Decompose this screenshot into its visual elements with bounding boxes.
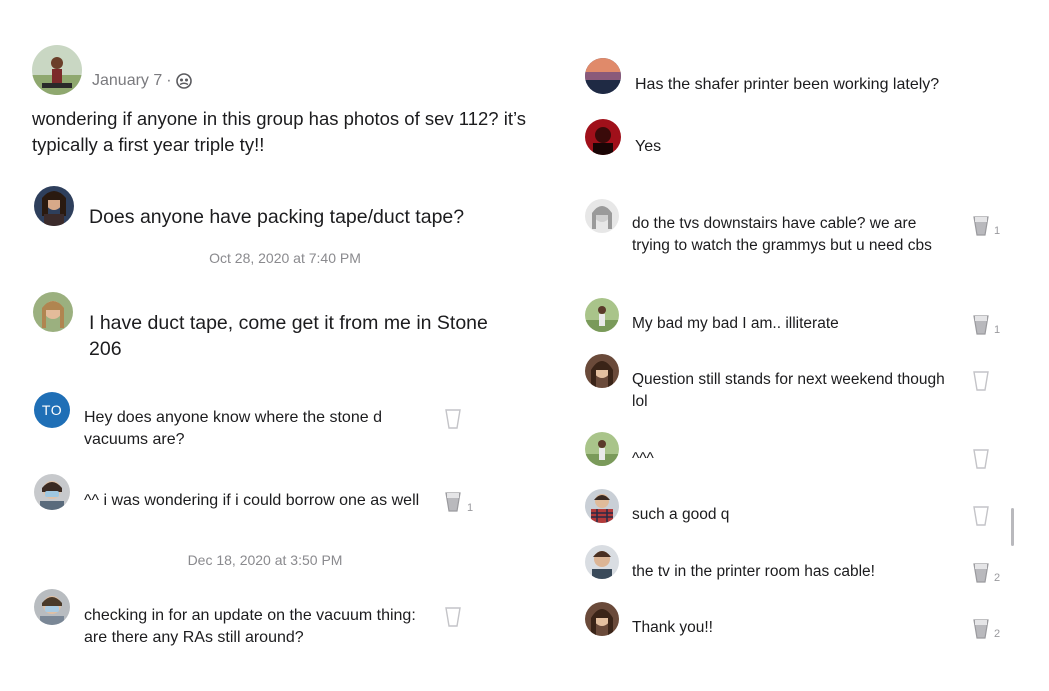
message-text: Has the shafer printer been working late… bbox=[635, 76, 940, 93]
cup-icon[interactable] bbox=[444, 408, 462, 430]
avatar[interactable] bbox=[585, 432, 619, 466]
avatar[interactable] bbox=[585, 602, 619, 636]
message-text: such a good q bbox=[632, 506, 730, 523]
message-text: My bad my bad I am.. illiterate bbox=[632, 315, 839, 332]
separator: · bbox=[166, 72, 172, 89]
scrollbar[interactable] bbox=[1011, 508, 1014, 546]
message-text: do the tvs downstairs have cable? we are… bbox=[632, 215, 932, 254]
avatar[interactable] bbox=[34, 186, 74, 226]
cup-icon[interactable] bbox=[972, 505, 990, 527]
message-text: I have duct tape, come get it from me in… bbox=[89, 312, 488, 360]
post-date[interactable]: January 7 bbox=[92, 72, 162, 90]
avatar[interactable] bbox=[585, 489, 619, 523]
message-text: the tv in the printer room has cable! bbox=[632, 563, 875, 580]
avatar[interactable] bbox=[585, 354, 619, 388]
message-text: ^^^ bbox=[632, 450, 654, 467]
avatar[interactable] bbox=[585, 199, 619, 233]
group-icon bbox=[175, 73, 192, 89]
timestamp: Dec 18, 2020 at 3:50 PM bbox=[187, 552, 343, 568]
reaction-count: 1 bbox=[994, 324, 1001, 336]
message-text: Question still stands for next weekend t… bbox=[632, 371, 945, 410]
post-text: wondering if anyone in this group has ph… bbox=[32, 108, 526, 155]
avatar[interactable] bbox=[585, 119, 621, 155]
cup-icon[interactable] bbox=[972, 314, 990, 336]
avatar[interactable] bbox=[585, 298, 619, 332]
avatar[interactable] bbox=[585, 58, 621, 94]
avatar-initials: TO bbox=[41, 402, 63, 418]
avatar[interactable] bbox=[34, 474, 70, 510]
right-panel: Has the shafer printer been working late… bbox=[520, 0, 1049, 691]
avatar[interactable] bbox=[34, 589, 70, 625]
post-meta: January 7 · bbox=[92, 72, 192, 90]
reaction-count: 1 bbox=[467, 502, 474, 514]
message-text: checking in for an update on the vacuum … bbox=[84, 607, 416, 646]
avatar[interactable] bbox=[585, 545, 619, 579]
avatar[interactable] bbox=[32, 45, 82, 95]
reaction-count: 2 bbox=[994, 572, 1001, 584]
timestamp: Oct 28, 2020 at 7:40 PM bbox=[209, 250, 361, 266]
message-text: ^^ i was wondering if i could borrow one… bbox=[84, 492, 420, 509]
cup-icon[interactable] bbox=[972, 562, 990, 584]
reaction-count: 1 bbox=[994, 225, 1001, 237]
cup-icon[interactable] bbox=[972, 618, 990, 640]
cup-icon[interactable] bbox=[972, 215, 990, 237]
cup-icon[interactable] bbox=[444, 606, 462, 628]
left-panel: January 7 · wondering if anyone in this … bbox=[0, 0, 526, 691]
message-text: Hey does anyone know where the stone d v… bbox=[84, 409, 382, 448]
avatar[interactable] bbox=[33, 292, 73, 332]
cup-icon[interactable] bbox=[972, 370, 990, 392]
cup-icon[interactable] bbox=[972, 448, 990, 470]
reaction-count: 2 bbox=[994, 628, 1001, 640]
message-text: Thank you!! bbox=[632, 619, 713, 636]
avatar[interactable]: TO bbox=[34, 392, 70, 428]
message-text: Does anyone have packing tape/duct tape? bbox=[89, 206, 465, 228]
cup-icon[interactable] bbox=[444, 491, 462, 513]
message-text: Yes bbox=[635, 138, 662, 155]
